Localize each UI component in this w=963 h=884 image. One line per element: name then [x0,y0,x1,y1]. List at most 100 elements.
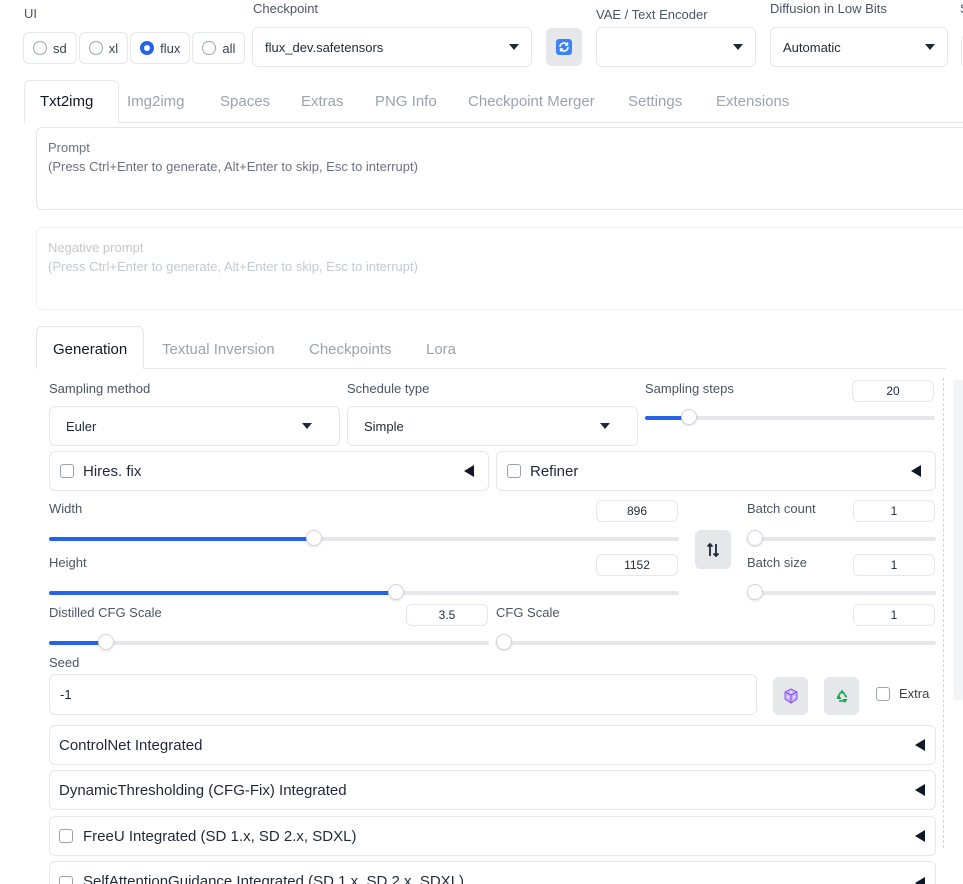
distilled-cfg-label: Distilled CFG Scale [49,605,162,620]
extra-seed-label: Extra [899,686,930,701]
refiner-accordion[interactable]: Refiner [496,451,936,491]
dynamic-thresholding-accordion[interactable]: DynamicThresholding (CFG-Fix) Integrated [49,770,936,810]
collapse-triangle-icon [915,877,925,884]
accordion-label: ControlNet Integrated [59,736,203,754]
tab-extensions[interactable]: Extensions [716,80,789,122]
accordion-label: DynamicThresholding (CFG-Fix) Integrated [59,781,347,799]
subtab-generation[interactable]: Generation [53,328,127,370]
batch-count-label: Batch count [747,501,816,516]
ui-radio-flux[interactable]: flux [130,32,191,64]
ui-radio-all[interactable]: all [192,32,246,64]
recycle-icon [836,689,847,703]
slider-handle[interactable] [680,409,697,425]
tab-checkpoint-merger[interactable]: Checkpoint Merger [468,80,595,122]
subtab-checkpoints[interactable]: Checkpoints [309,328,392,370]
prompt-textbox[interactable]: Prompt (Press Ctrl+Enter to generate, Al… [36,127,963,210]
sag-checkbox[interactable] [59,876,73,884]
panel-divider [943,378,944,848]
slider-handle[interactable] [747,584,763,600]
sampling-steps-input[interactable]: 20 [852,380,934,402]
distilled-cfg-input[interactable]: 3.5 [406,604,488,626]
schedule-type-dropdown[interactable]: Simple [347,406,638,446]
ui-radio-xl[interactable]: xl [78,32,129,64]
sampling-method-label: Sampling method [49,381,151,396]
slider-handle[interactable] [496,634,512,650]
radio-circle [202,41,217,55]
dice-icon [784,688,797,704]
tab-spaces[interactable]: Spaces [220,80,270,122]
batch-size-slider[interactable] [747,584,936,600]
accordion-label: FreeU Integrated (SD 1.x, SD 2.x, SDXL) [83,827,357,845]
diffusion-dropdown[interactable]: Automatic [770,27,948,67]
tab-png-info[interactable]: PNG Info [375,80,437,122]
dropdown-arrow-icon [509,44,519,50]
sampling-steps-label: Sampling steps [645,381,734,396]
refiner-checkbox[interactable] [507,464,521,478]
subtab-lora[interactable]: Lora [426,328,456,370]
schedule-type-value: Simple [364,418,404,434]
batch-count-input[interactable]: 1 [853,500,935,522]
negative-prompt-textbox[interactable]: Negative prompt (Press Ctrl+Enter to gen… [36,227,963,310]
slider-fill [49,591,396,595]
distilled-cfg-slider[interactable] [49,634,489,650]
diffusion-label: Diffusion in Low Bits [770,1,887,16]
prompt-label: Prompt [48,140,90,155]
collapse-triangle-icon [915,739,925,751]
subtab-textual-inversion[interactable]: Textual Inversion [162,328,275,370]
freeu-checkbox[interactable] [59,829,73,843]
slider-handle[interactable] [305,530,322,546]
slider-handle[interactable] [387,584,404,600]
batch-count-slider[interactable] [747,530,936,546]
cfg-scale-input[interactable]: 1 [853,604,935,626]
self-attention-guidance-accordion[interactable]: SelfAttentionGuidance Integrated (SD 1.x… [49,861,936,884]
cfg-scale-label: CFG Scale [496,605,560,620]
swap-dimensions-button[interactable] [695,530,731,569]
random-seed-button[interactable] [773,677,808,715]
prompt-placeholder: (Press Ctrl+Enter to generate, Alt+Enter… [48,159,418,174]
sampling-steps-slider[interactable] [645,409,935,425]
dropdown-arrow-icon [600,423,610,429]
vae-dropdown[interactable] [596,27,756,67]
vae-label: VAE / Text Encoder [596,7,708,22]
swap-dimensions-icon [706,542,720,557]
hires-fix-checkbox[interactable] [60,464,74,478]
sampling-method-dropdown[interactable]: Euler [49,406,340,446]
schedule-type-label: Schedule type [347,381,430,396]
tab-extras[interactable]: Extras [301,80,344,122]
slider-fill [49,537,314,541]
extra-seed-checkbox[interactable] [876,687,890,701]
sampling-method-value: Euler [66,418,97,434]
slider-handle[interactable] [98,634,115,650]
ui-radio-group: sd xl flux all [23,32,246,64]
hires-fix-accordion[interactable]: Hires. fix [49,451,489,491]
tab-txt2img[interactable]: Txt2img [40,80,93,122]
seed-value: -1 [60,687,72,702]
reuse-seed-button[interactable] [824,677,859,715]
diffusion-value: Automatic [783,39,841,55]
checkpoint-dropdown[interactable]: flux_dev.safetensors [252,27,532,67]
collapse-triangle-icon [911,465,921,477]
cfg-scale-slider[interactable] [496,634,936,650]
checkpoint-value: flux_dev.safetensors [265,39,384,55]
slider-handle[interactable] [747,530,763,546]
height-slider[interactable] [49,584,679,600]
height-input[interactable]: 1152 [596,554,678,576]
tab-settings[interactable]: Settings [628,80,682,122]
controlnet-accordion[interactable]: ControlNet Integrated [49,725,936,765]
batch-size-input[interactable]: 1 [853,554,935,576]
seed-input[interactable]: -1 [49,674,757,715]
accordion-label: SelfAttentionGuidance Integrated (SD 1.x… [83,873,465,884]
width-input[interactable]: 896 [596,500,678,522]
checkpoint-label: Checkpoint [253,1,319,16]
radio-circle [88,41,103,55]
freeu-accordion[interactable]: FreeU Integrated (SD 1.x, SD 2.x, SDXL) [49,816,936,856]
collapse-triangle-icon [915,830,925,842]
hires-fix-label: Hires. fix [83,462,142,480]
tab-img2img[interactable]: Img2img [127,80,185,122]
ui-radio-sd[interactable]: sd [23,32,77,64]
right-panel-edge [953,380,963,700]
negative-prompt-label: Negative prompt [48,240,144,255]
width-slider[interactable] [49,530,679,546]
refresh-checkpoint-button[interactable] [546,28,582,66]
refresh-icon [556,39,572,55]
